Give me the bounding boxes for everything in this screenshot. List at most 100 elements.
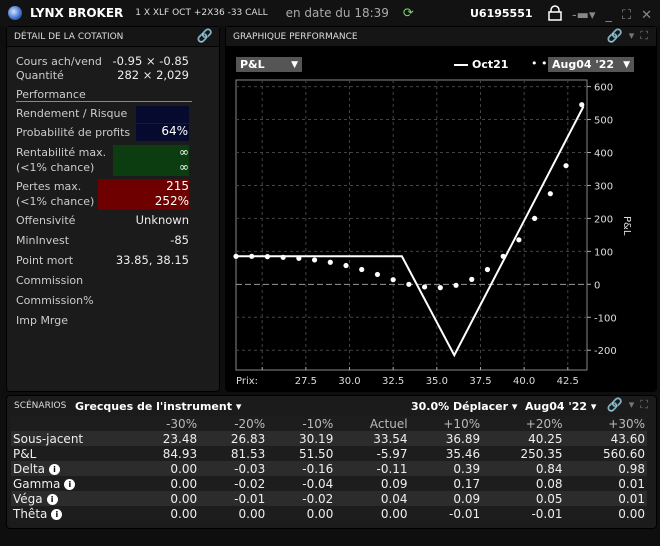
quantity-value: 282 × 2,029 bbox=[117, 68, 189, 82]
app-title: LYNX BROKER bbox=[30, 6, 124, 20]
x-tick-label: 42.5 bbox=[557, 376, 579, 387]
probability-label: Probabilité de profits bbox=[16, 126, 131, 139]
x-axis-label: Prix: bbox=[236, 376, 258, 387]
dropdown-icon[interactable]: ▾ bbox=[629, 29, 635, 44]
cell-value: 0.04 bbox=[335, 491, 410, 506]
chevron-down-icon: ▾ bbox=[235, 400, 242, 413]
cell-value: 0.00 bbox=[131, 461, 200, 476]
table-row: Gamma i 0.00 -0.02 -0.04 0.09 0.17 0.08 0.01 bbox=[11, 476, 647, 491]
panel-title: SCÉNARIOS bbox=[14, 401, 67, 411]
series-point-aug04 bbox=[421, 284, 428, 290]
quantity-label: Quantité bbox=[16, 69, 64, 82]
cell-value: -0.04 bbox=[267, 476, 336, 491]
lock-icon[interactable] bbox=[548, 5, 562, 25]
refresh-icon[interactable]: ⟳ bbox=[403, 6, 414, 21]
cell-value: 0.00 bbox=[564, 506, 647, 521]
plot-frame bbox=[235, 79, 588, 371]
cell-value: 0.98 bbox=[564, 461, 647, 476]
series-point-aug04 bbox=[563, 163, 569, 169]
risk-reward-label: Rendement / Risque bbox=[16, 107, 128, 120]
cell-value: 0.17 bbox=[409, 476, 483, 491]
row-label: Véga i bbox=[11, 491, 131, 506]
cell-value: 0.00 bbox=[131, 491, 200, 506]
move-select[interactable]: 30.0% Déplacer ▾ bbox=[411, 400, 517, 413]
minimize-icon[interactable]: _ bbox=[605, 8, 612, 23]
table-header-row: -30% -20% -10% Actuel +10% +20% +30% bbox=[11, 416, 647, 431]
cell-value: 0.00 bbox=[267, 506, 336, 521]
breakeven-value: 33.85, 38.15 bbox=[115, 253, 189, 267]
greeks-select[interactable]: Grecques de l'instrument ▾ bbox=[75, 400, 241, 413]
cell-value: -0.01 bbox=[409, 506, 483, 521]
max-loss-label: Pertes max. bbox=[16, 180, 82, 193]
pnl-chart: 27.5 30.0 32.5 35.0 37.5 40.0 42.5 Prix: 600 500 4… bbox=[233, 79, 632, 387]
min-invest-value: -85 bbox=[170, 233, 189, 247]
x-tick-label: 30.0 bbox=[338, 376, 360, 387]
max-loss-value-pct: 252% bbox=[154, 194, 189, 208]
max-profit-chance: (<1% chance) bbox=[16, 161, 95, 174]
row-label-text: Sous-jacent bbox=[13, 431, 84, 446]
series-line-oct21 bbox=[236, 105, 585, 358]
series-point-aug04 bbox=[311, 257, 318, 263]
row-label-text: Gamma bbox=[13, 476, 61, 491]
cell-value: 0.00 bbox=[131, 476, 200, 491]
chevron-down-icon: ▾ bbox=[590, 400, 597, 413]
lynx-logo-icon bbox=[8, 6, 22, 20]
account-id: U6195551 bbox=[470, 6, 533, 20]
series-point-aug04 bbox=[453, 282, 459, 288]
breakeven-label: Point mort bbox=[16, 254, 74, 267]
link-icon[interactable]: 🔗 bbox=[607, 29, 623, 44]
info-icon[interactable]: i bbox=[46, 493, 58, 505]
max-profit-box: ∞ ∞ bbox=[113, 145, 189, 176]
table-row: Sous-jacent 23.48 26.83 30.19 33.54 36.89 40.2… bbox=[11, 431, 647, 446]
row-label-text: Thêta bbox=[13, 506, 48, 521]
performance-chart-panel: GRAPHIQUE PERFORMANCE 🔗 ▾ ⛶ P&L ▼ Oct21 •… bbox=[225, 26, 657, 392]
maximize-icon[interactable]: ⛶ bbox=[622, 8, 631, 23]
x-tick-label: 32.5 bbox=[382, 376, 404, 387]
cell-value: 0.05 bbox=[482, 491, 565, 506]
pin-icon[interactable]: -▬▾ bbox=[572, 8, 596, 23]
info-icon[interactable]: i bbox=[49, 463, 61, 475]
cell-value: -0.02 bbox=[199, 476, 268, 491]
max-profit-label: Rentabilité max. bbox=[16, 146, 107, 159]
column-header: -30% bbox=[131, 416, 200, 431]
margin-impact-label: Imp Mrge bbox=[16, 314, 69, 327]
row-label: Delta i bbox=[11, 461, 131, 476]
series-point-aug04 bbox=[547, 191, 553, 197]
series-point-aug04 bbox=[343, 262, 349, 269]
close-icon[interactable]: ✕ bbox=[641, 8, 652, 23]
move-select-value: 30.0% Déplacer bbox=[411, 400, 509, 413]
cell-value: 43.60 bbox=[564, 431, 647, 446]
info-icon[interactable]: i bbox=[64, 478, 76, 490]
dropdown-icon[interactable]: ▾ bbox=[629, 398, 635, 413]
cell-value: 33.54 bbox=[335, 431, 410, 446]
cell-value: 30.19 bbox=[267, 431, 336, 446]
cell-value: 26.83 bbox=[199, 431, 268, 446]
x-tick-label: 40.0 bbox=[513, 376, 535, 387]
scenario-date-select[interactable]: Aug04 '22 ▾ bbox=[525, 400, 596, 413]
expand-icon[interactable]: ⛶ bbox=[640, 29, 648, 44]
link-icon[interactable]: 🔗 bbox=[607, 398, 623, 413]
table-row: Delta i 0.00 -0.03 -0.16 -0.11 0.39 0.84 0.98 bbox=[11, 461, 647, 476]
info-icon[interactable]: i bbox=[51, 508, 63, 520]
cell-value: 0.00 bbox=[199, 506, 268, 521]
link-icon[interactable]: 🔗 bbox=[197, 29, 213, 44]
y-tick-label: 100 bbox=[594, 247, 613, 258]
series-point-aug04 bbox=[516, 237, 522, 243]
y-tick-label: -200 bbox=[594, 346, 617, 357]
series-point-aug04 bbox=[233, 253, 239, 259]
column-header: Actuel bbox=[335, 416, 410, 431]
column-header: -20% bbox=[199, 416, 268, 431]
row-label: Sous-jacent bbox=[11, 431, 131, 446]
y-tick-label: 500 bbox=[594, 116, 613, 127]
row-label: Gamma i bbox=[11, 476, 131, 491]
expand-icon[interactable]: ⛶ bbox=[640, 398, 648, 413]
max-profit-value-pct: ∞ bbox=[179, 160, 189, 174]
cell-value: 0.01 bbox=[564, 491, 647, 506]
y-tick-label: -100 bbox=[594, 313, 617, 324]
series-point-aug04 bbox=[359, 266, 365, 273]
probability-value: 64% bbox=[136, 124, 189, 141]
cell-value: 0.00 bbox=[335, 506, 410, 521]
series-point-aug04 bbox=[374, 271, 381, 278]
series-point-aug04 bbox=[390, 277, 396, 283]
series-point-aug04 bbox=[437, 285, 443, 291]
